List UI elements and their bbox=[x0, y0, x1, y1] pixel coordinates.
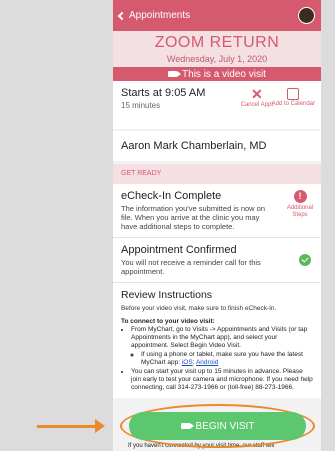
appointment-header: ZOOM RETURN Wednesday, July 1, 2020 bbox=[113, 31, 321, 67]
instruction-list: From MyChart, go to Visits -> Appointmen… bbox=[121, 326, 313, 392]
sub-list: If using a phone or tablet, make sure yo… bbox=[131, 351, 313, 367]
start-time-card: Starts at 9:05 AM 15 minutes ✕ Cancel Ap… bbox=[113, 81, 321, 129]
add-calendar-label: Add to Calendar bbox=[271, 101, 315, 107]
connect-header: To connect to your video visit: bbox=[121, 318, 215, 325]
confirmed-text: You will not receive a reminder call for… bbox=[121, 258, 261, 276]
begin-visit-label: BEGIN VISIT bbox=[195, 420, 255, 432]
sub-instruction: If using a phone or tablet, make sure yo… bbox=[141, 351, 303, 366]
review-subtitle: Before your video visit, make sure to fi… bbox=[121, 305, 277, 312]
additional-steps-badge[interactable]: ! Additional Steps bbox=[285, 190, 315, 219]
appointment-title: ZOOM RETURN bbox=[154, 34, 280, 51]
review-instructions: Review Instructions Before your video vi… bbox=[113, 283, 321, 398]
phone-screen: Appointments ZOOM RETURN Wednesday, July… bbox=[113, 0, 321, 451]
close-icon: ✕ bbox=[250, 86, 263, 102]
begin-visit-highlight: BEGIN VISIT bbox=[120, 404, 315, 448]
review-title: Review Instructions bbox=[121, 289, 213, 301]
begin-visit-button[interactable]: BEGIN VISIT bbox=[129, 412, 306, 440]
list-item: You can start your visit up to 15 minute… bbox=[131, 368, 313, 392]
video-camera-icon bbox=[168, 71, 182, 77]
check-icon bbox=[299, 254, 311, 266]
additional-steps-label: Additional Steps bbox=[286, 205, 314, 218]
video-banner-text: This is a video visit bbox=[182, 68, 266, 80]
back-button[interactable]: Appointments bbox=[117, 10, 191, 21]
confirmed-item: Appointment Confirmed You will not recei… bbox=[113, 238, 321, 283]
calendar-icon bbox=[287, 88, 300, 100]
echeckin-text: The information you've submitted is now … bbox=[121, 204, 266, 231]
confirmed-title: Appointment Confirmed bbox=[121, 244, 237, 256]
provider-name: Aaron Mark Chamberlain, MD bbox=[121, 140, 267, 152]
cancel-appt-button[interactable]: ✕ Cancel Appt bbox=[241, 87, 273, 109]
chevron-left-icon bbox=[117, 11, 127, 20]
add-to-calendar-button[interactable]: Add to Calendar bbox=[272, 87, 315, 108]
echeckin-item[interactable]: eCheck-In Complete The information you'v… bbox=[113, 184, 321, 238]
get-ready-header: GET READY bbox=[113, 164, 321, 184]
info-icon: ! bbox=[293, 190, 307, 203]
avatar[interactable] bbox=[298, 7, 315, 24]
nav-bar: Appointments bbox=[113, 0, 321, 31]
ios-link[interactable]: iOS bbox=[182, 359, 193, 366]
video-visit-banner: This is a video visit bbox=[113, 67, 321, 81]
list-item: From MyChart, go to Visits -> Appointmen… bbox=[131, 326, 313, 367]
pointer-arrow-icon bbox=[37, 419, 105, 433]
video-camera-icon bbox=[180, 423, 194, 429]
appointment-date: Wednesday, July 1, 2020 bbox=[166, 54, 268, 64]
android-link[interactable]: Android bbox=[196, 359, 218, 366]
instruction-1: From MyChart, go to Visits -> Appointmen… bbox=[131, 326, 308, 349]
back-label: Appointments bbox=[129, 10, 191, 21]
list-item: If using a phone or tablet, make sure yo… bbox=[141, 351, 313, 367]
provider-card[interactable]: Aaron Mark Chamberlain, MD bbox=[113, 131, 321, 161]
cancel-label: Cancel Appt bbox=[240, 102, 273, 108]
instruction-2: You can start your visit up to 15 minute… bbox=[131, 368, 313, 391]
